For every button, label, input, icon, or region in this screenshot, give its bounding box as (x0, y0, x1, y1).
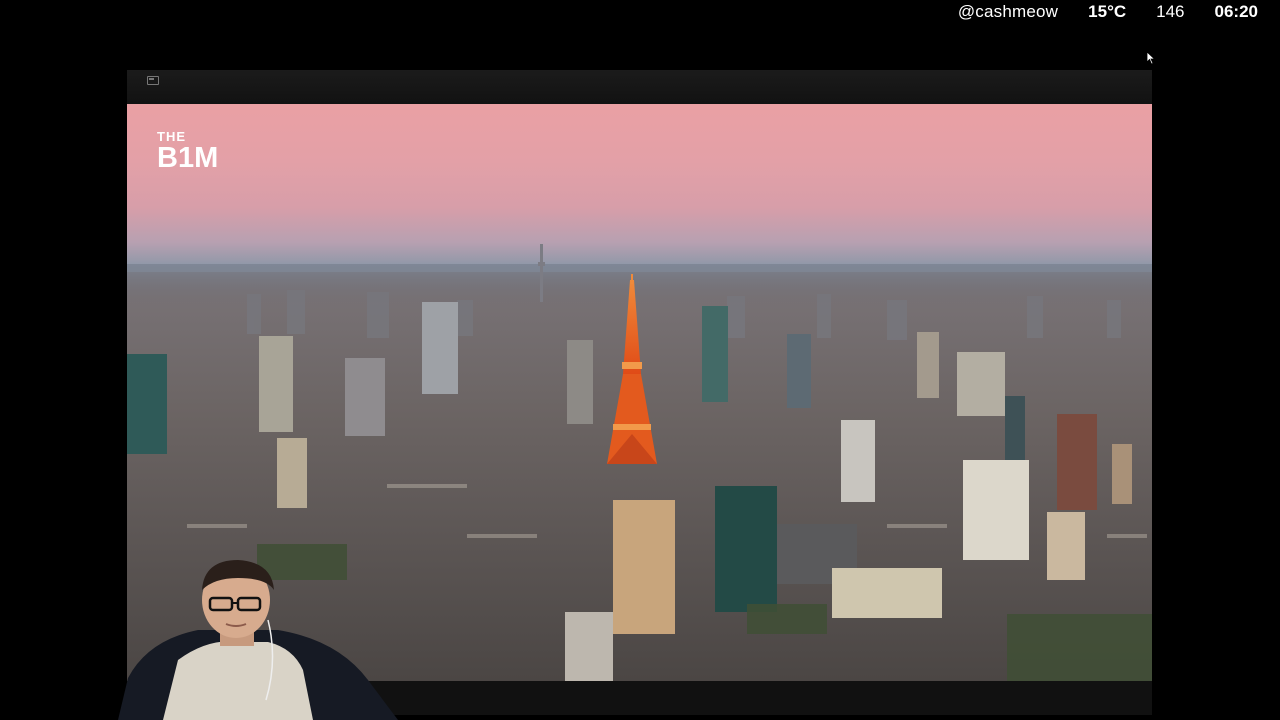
channel-handle: @cashmeow (957, 2, 1059, 21)
logo-b1m: B1M (157, 142, 219, 174)
viewer-count: 146 (1156, 2, 1185, 21)
window-icon[interactable] (147, 76, 159, 85)
clock-time: 06:20 (1214, 2, 1258, 21)
player-title-bar (127, 70, 1152, 105)
webcam-feed (118, 560, 398, 720)
b1m-logo: THE B1M (157, 130, 218, 173)
stream-overlay: @cashmeow 15°C 146 06:20 (958, 0, 1258, 24)
streamer-webcam-image (118, 560, 398, 720)
screen: @cashmeow 15°C 146 06:20 THE B1M (0, 0, 1280, 720)
mouse-pointer-icon (1146, 51, 1156, 65)
temperature-readout: 15°C (1088, 2, 1127, 21)
